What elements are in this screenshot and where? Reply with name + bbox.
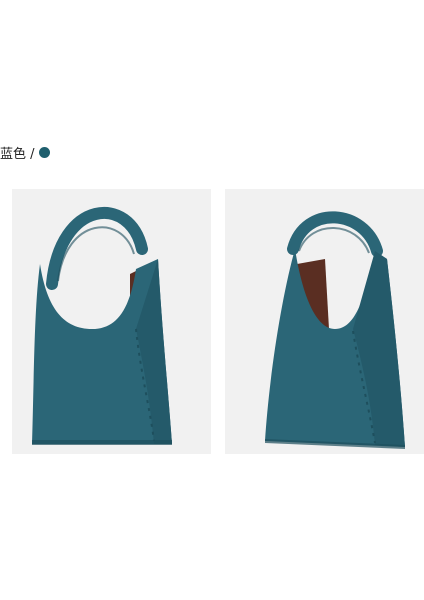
handbag-front-image: [32, 207, 172, 445]
color-name: 蓝色 /: [0, 146, 35, 162]
bag-handle: [46, 207, 148, 290]
color-variant-label: 蓝色 /: [0, 142, 50, 162]
product-photo-front[interactable]: [12, 189, 211, 454]
product-photo-angle[interactable]: [225, 189, 424, 454]
handbag-angle-image: [265, 211, 405, 449]
color-swatch[interactable]: [38, 146, 50, 158]
